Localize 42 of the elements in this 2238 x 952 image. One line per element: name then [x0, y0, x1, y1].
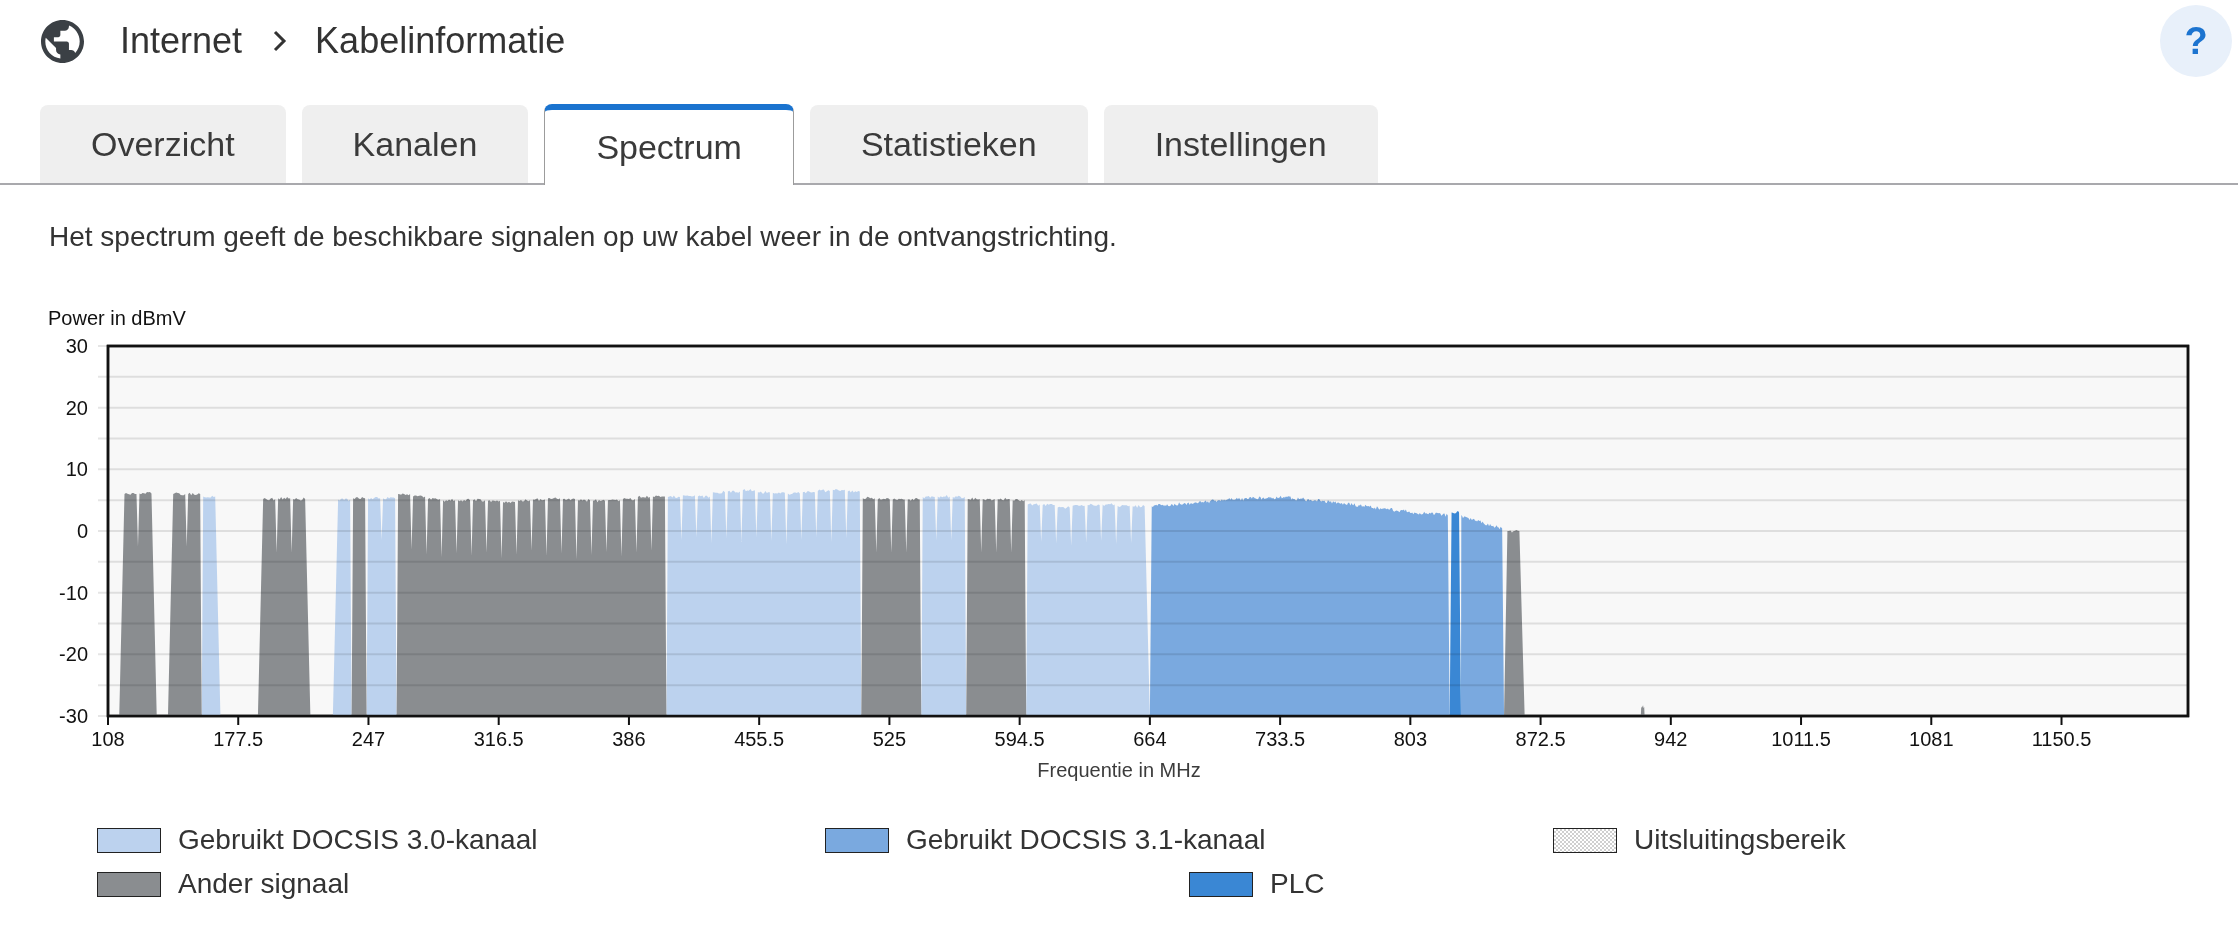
breadcrumb-current: Kabelinformatie	[315, 20, 566, 62]
x-tick-label: 1011.5	[1771, 728, 1831, 750]
y-tick-label: -10	[59, 581, 88, 604]
y-tick-label: -20	[59, 643, 88, 666]
x-tick-label: 803	[1393, 728, 1428, 750]
y-tick-label: 0	[76, 520, 88, 542]
description-text: Het spectrum geeft de beschikbare signalen op uw kabel weer in de ontvangstrichting.	[49, 220, 1117, 254]
x-axis-title: Frequentie in MHz	[1037, 758, 1201, 782]
x-tick-label: 1150.5	[2031, 728, 2092, 750]
tab[interactable]: Statistieken	[809, 105, 1088, 183]
x-tick-label: 386	[612, 728, 646, 750]
x-tick-label: 1081	[1909, 728, 1954, 750]
x-tick-label: 594.5	[994, 728, 1045, 750]
y-axis-title: Power in dBmV	[48, 306, 186, 330]
x-tick-label: 733.5	[1255, 728, 1306, 750]
breadcrumb-link[interactable]: Internet	[120, 20, 243, 62]
y-tick-label: 20	[65, 396, 88, 419]
x-tick-label: 455.5	[734, 728, 785, 750]
legend-label: PLC	[1270, 868, 1325, 900]
x-tick-label: 108	[91, 728, 125, 750]
x-tick-label: 247	[351, 728, 386, 750]
x-tick-label: 664	[1133, 728, 1167, 750]
legend-label: Gebruikt DOCSIS 3.1-kanaal	[906, 824, 1266, 856]
tab[interactable]: Overzicht	[40, 105, 286, 183]
y-tick-label: -30	[59, 705, 88, 727]
y-tick-label: 10	[65, 458, 88, 481]
x-tick-label: 316.5	[473, 728, 524, 750]
y-tick-label: 30	[65, 335, 88, 357]
x-tick-label: 177.5	[213, 728, 264, 750]
tab[interactable]: Spectrum	[544, 104, 794, 185]
tab[interactable]: Instellingen	[1103, 105, 1378, 183]
globe-icon	[41, 19, 84, 63]
chevron-right-icon	[273, 30, 288, 52]
legend-swatch-icon	[1553, 827, 1617, 853]
legend-label: Ander signaal	[178, 868, 350, 900]
help-button[interactable]: ?	[2160, 5, 2232, 77]
legend-label: Uitsluitingsbereik	[1634, 824, 1846, 856]
legend-label: Gebruikt DOCSIS 3.0-kanaal	[178, 824, 538, 856]
x-tick-label: 872.5	[1515, 728, 1566, 750]
x-tick-label: 942	[1654, 728, 1688, 750]
tab[interactable]: Kanalen	[301, 105, 529, 183]
x-tick-label: 525	[872, 728, 907, 750]
